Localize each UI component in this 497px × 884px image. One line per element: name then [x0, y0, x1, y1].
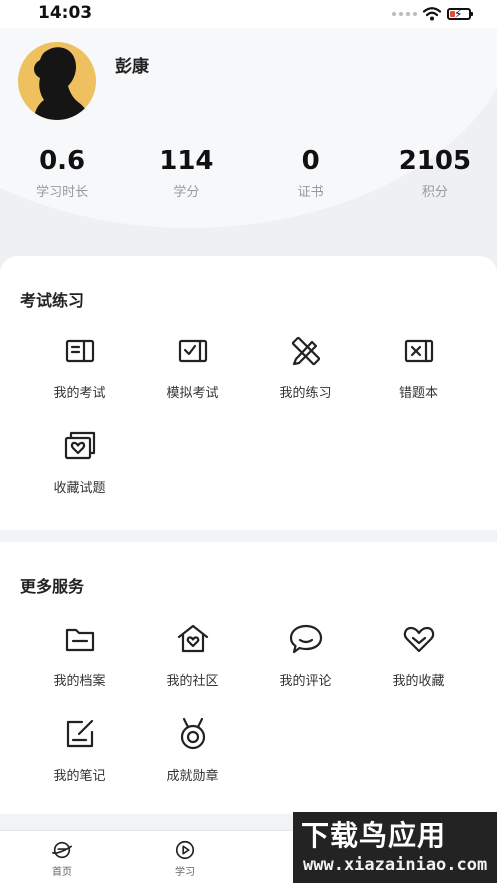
- comment-bubble-icon: [288, 621, 324, 657]
- folder-icon: [62, 621, 98, 657]
- mock-exam-icon: [175, 333, 211, 369]
- medal-icon: [175, 716, 211, 752]
- grid-label: 错题本: [398, 386, 438, 401]
- grid-label: 我的练习: [279, 386, 332, 401]
- grid-label: 我的笔记: [53, 769, 106, 784]
- watermark-url: www.xiazainiao.com: [303, 855, 488, 875]
- mock-exam-button[interactable]: 模拟考试: [136, 326, 249, 406]
- stat-points[interactable]: 2105 积分: [373, 143, 497, 200]
- tab-label: 学习: [175, 867, 195, 878]
- favorite-questions-button[interactable]: 收藏试题: [23, 421, 136, 501]
- stat-certificates[interactable]: 0 证书: [249, 143, 373, 200]
- grid-label: 收藏试题: [53, 481, 106, 496]
- user-name: 彭康: [115, 57, 149, 77]
- stat-value: 2105: [398, 146, 472, 176]
- grid-label: 我的社区: [166, 674, 219, 689]
- play-circle-icon: [175, 840, 195, 860]
- grid-label: 我的评论: [279, 674, 332, 689]
- tab-home[interactable]: 首页: [32, 839, 92, 878]
- stat-value: 0: [301, 146, 320, 176]
- note-edit-icon: [62, 716, 98, 752]
- my-notes-button[interactable]: 我的笔记: [23, 709, 136, 789]
- my-archive-button[interactable]: 我的档案: [23, 614, 136, 694]
- grid-label: 我的考试: [53, 386, 106, 401]
- achievement-medals-button[interactable]: 成就勋章: [136, 709, 249, 789]
- my-community-button[interactable]: 我的社区: [136, 614, 249, 694]
- stat-label: 学分: [173, 185, 200, 200]
- signal-dots-icon: [392, 12, 417, 16]
- home-planet-icon: [52, 841, 72, 859]
- pencil-ruler-icon: [288, 333, 324, 369]
- grid-label: 我的收藏: [392, 674, 445, 689]
- battery-icon: ⚡: [447, 7, 473, 21]
- stat-label: 学习时长: [36, 185, 89, 200]
- stat-label: 证书: [297, 185, 324, 200]
- more-services-card: 更多服务 我的档案 我的社区 我的评论 我的收藏 我的笔记 成就勋章: [0, 542, 497, 814]
- grid-label: 成就勋章: [166, 769, 219, 784]
- status-icons: ⚡: [392, 6, 473, 22]
- stat-study-time[interactable]: 0.6 学习时长: [0, 143, 124, 200]
- status-time: 14:03: [38, 3, 93, 23]
- stat-value: 114: [159, 146, 214, 176]
- profile-header: 彭康 0.6 学习时长 114 学分 0 证书 2105 积分: [0, 28, 497, 278]
- tab-study[interactable]: 学习: [155, 839, 215, 878]
- wrong-book-icon: [401, 333, 437, 369]
- wrong-book-button[interactable]: 错题本: [362, 326, 475, 406]
- exam-paper-icon: [62, 333, 98, 369]
- tab-label: 首页: [52, 867, 72, 878]
- stat-value: 0.6: [39, 146, 86, 176]
- my-practice-button[interactable]: 我的练习: [249, 326, 362, 406]
- stats-row: 0.6 学习时长 114 学分 0 证书 2105 积分: [0, 143, 497, 200]
- wifi-icon: [423, 7, 441, 21]
- grid-label: 模拟考试: [166, 386, 219, 401]
- community-house-icon: [175, 621, 211, 657]
- avatar-silhouette-icon: [34, 47, 90, 120]
- favorite-questions-icon: [62, 428, 98, 464]
- watermark-title: 下载鸟应用: [301, 819, 447, 852]
- stat-credits[interactable]: 114 学分: [124, 143, 248, 200]
- exam-practice-card: 考试练习 我的考试 模拟考试 我的练习 错题本 收藏试题: [0, 256, 497, 530]
- section-title: 考试练习: [20, 291, 85, 310]
- my-comments-button[interactable]: 我的评论: [249, 614, 362, 694]
- watermark: 下载鸟应用 www.xiazainiao.com: [293, 812, 497, 883]
- status-bar: 14:03 ⚡: [0, 0, 497, 28]
- my-favorites-button[interactable]: 我的收藏: [362, 614, 475, 694]
- grid-label: 我的档案: [53, 674, 106, 689]
- heart-icon: [401, 621, 437, 657]
- avatar[interactable]: [18, 42, 96, 120]
- my-exams-button[interactable]: 我的考试: [23, 326, 136, 406]
- section-title: 更多服务: [20, 577, 85, 596]
- stat-label: 积分: [421, 185, 448, 200]
- exam-grid: 我的考试 模拟考试 我的练习 错题本 收藏试题: [23, 326, 475, 501]
- services-grid: 我的档案 我的社区 我的评论 我的收藏 我的笔记 成就勋章: [23, 614, 475, 789]
